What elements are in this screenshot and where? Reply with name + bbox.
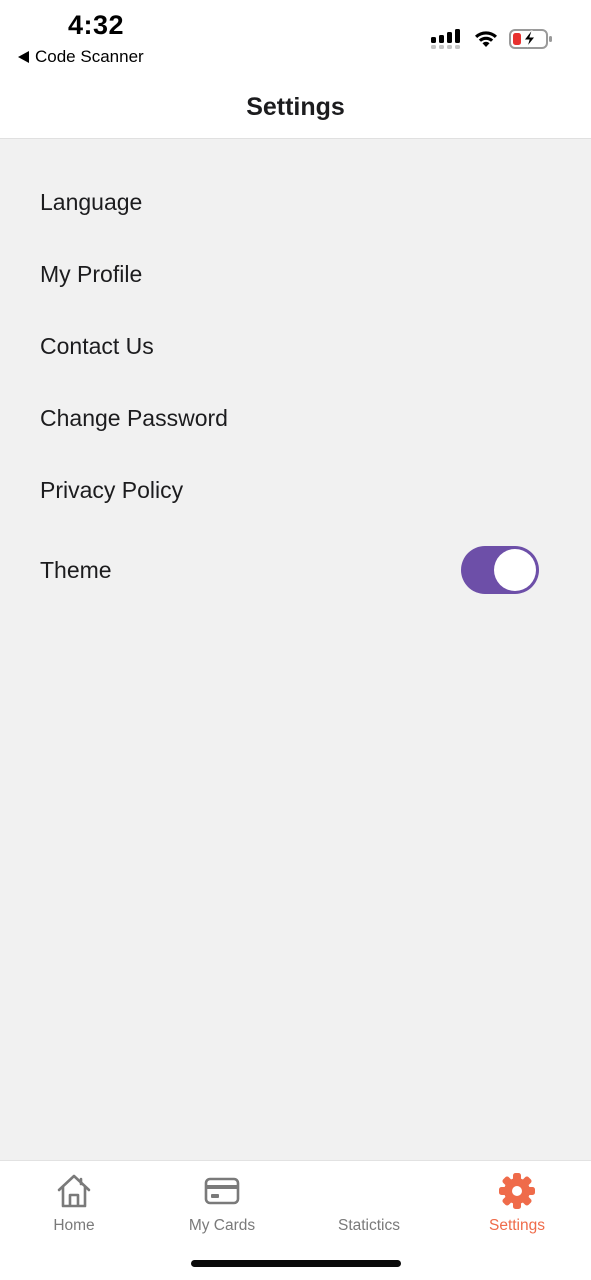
tab-label: Home <box>53 1217 95 1234</box>
back-arrow-icon <box>18 51 29 63</box>
nav-header: Settings <box>0 76 591 139</box>
settings-item-contact-us[interactable]: Contact Us <box>0 310 591 382</box>
tab-settings[interactable]: Settings <box>443 1161 591 1245</box>
settings-list: Language My Profile Contact Us Change Pa… <box>0 166 591 614</box>
tab-label: Settings <box>488 1217 545 1234</box>
settings-item-theme: Theme <box>0 526 591 614</box>
settings-item-privacy-policy[interactable]: Privacy Policy <box>0 454 591 526</box>
settings-item-my-profile[interactable]: My Profile <box>0 238 591 310</box>
statistics-icon-placeholder <box>349 1171 389 1211</box>
tab-label: Statictics <box>337 1217 400 1234</box>
page-title: Settings <box>246 92 345 121</box>
back-app-label: Code Scanner <box>35 47 144 66</box>
settings-item-label: Theme <box>40 556 112 583</box>
gear-icon <box>497 1171 537 1211</box>
cellular-signal-icon <box>431 29 460 49</box>
tab-home[interactable]: Home <box>0 1161 148 1245</box>
back-to-app-link[interactable]: Code Scanner <box>18 46 144 68</box>
settings-item-label: Change Password <box>40 404 228 431</box>
battery-charging-icon <box>509 29 552 49</box>
settings-item-label: Privacy Policy <box>40 476 184 503</box>
home-icon <box>54 1171 94 1211</box>
settings-item-label: My Profile <box>40 260 143 287</box>
status-time: 4:32 <box>68 10 125 40</box>
theme-toggle[interactable] <box>461 546 539 594</box>
settings-item-label: Contact Us <box>40 332 154 359</box>
status-indicators <box>431 26 553 52</box>
settings-item-language[interactable]: Language <box>0 166 591 238</box>
credit-card-icon <box>202 1171 242 1211</box>
home-indicator <box>191 1260 401 1267</box>
settings-item-label: Language <box>40 188 143 215</box>
tab-my-cards[interactable]: My Cards <box>148 1161 296 1245</box>
status-bar: 4:32 Code Scanner <box>0 0 591 76</box>
toggle-knob <box>494 549 536 591</box>
tab-statistics[interactable]: Statictics <box>295 1161 443 1245</box>
tab-label: My Cards <box>188 1217 256 1234</box>
settings-item-change-password[interactable]: Change Password <box>0 382 591 454</box>
wifi-icon <box>475 31 497 47</box>
settings-screen: 4:32 Code Scanner Settings Language My P… <box>0 0 591 1280</box>
